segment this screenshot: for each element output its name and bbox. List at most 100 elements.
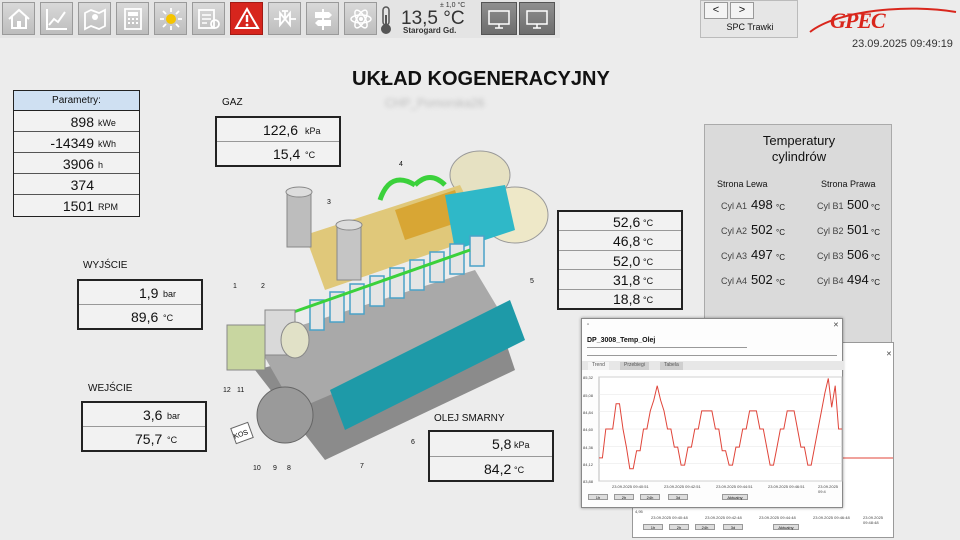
cyl-name: Cyl A1 xyxy=(721,201,748,211)
range-3d-button[interactable]: 3d xyxy=(668,494,688,500)
x-tick: 23.09.2025 09:40:51 xyxy=(612,484,649,489)
map-icon[interactable] xyxy=(78,2,111,35)
signpost-icon[interactable] xyxy=(306,2,339,35)
gas-label: GAZ xyxy=(222,97,243,108)
trend-close-icon[interactable]: ✕ xyxy=(833,321,839,329)
param-value: -14349 xyxy=(50,135,94,151)
engine-callout: 8 xyxy=(287,465,291,472)
coolant-temp-row: 52,6 °C xyxy=(559,212,681,231)
monitor-1-icon[interactable] xyxy=(481,2,517,35)
back-x-tick: 23.09.2025 09:44:48 xyxy=(759,515,796,520)
trend-window[interactable]: ▫ ✕ DP_3008_Temp_Olej Trend Przebiegi Ta… xyxy=(581,318,844,508)
output-pressure-value: 1,9 xyxy=(139,285,159,301)
monitor-2-icon[interactable] xyxy=(519,2,555,35)
back-x-tick: 23.09.2025 09:42:48 xyxy=(705,515,742,520)
x-tick: 23.09.2025 09:46:51 xyxy=(768,484,805,489)
page-subtitle: CHP_Pomorska26 xyxy=(385,96,485,110)
cyl-value: 502 xyxy=(751,272,773,287)
param-unit: kWh xyxy=(98,139,116,149)
back-range-24h-button[interactable]: 24h xyxy=(695,524,715,530)
calculator-icon[interactable] xyxy=(116,2,149,35)
coolant-temp-unit: °C xyxy=(643,276,654,286)
tab-trend[interactable]: Trend xyxy=(588,362,609,370)
tab-tabela[interactable]: Tabela xyxy=(660,362,683,370)
cyl-unit: °C xyxy=(871,228,880,237)
cylinder-temps-panel: Temperatury cylindrów Strona Lewa Strona … xyxy=(704,124,892,344)
cyl-value: 502 xyxy=(751,222,773,237)
input-label: WEJŚCIE xyxy=(88,383,133,394)
sun-icon[interactable] xyxy=(154,2,187,35)
coolant-temps-box: 52,6 °C 46,8 °C 52,0 °C 31,8 °C 18,8 °C xyxy=(557,210,683,310)
valve-icon[interactable] xyxy=(268,2,301,35)
param-unit: kWe xyxy=(98,118,116,128)
engine-callout: 7 xyxy=(360,463,364,470)
parameters-table: Parametry: 898 kWe -14349 kWh 3906 h 374 15… xyxy=(13,90,140,217)
parameters-header: Parametry: xyxy=(14,91,139,111)
input-temp-value: 75,7 xyxy=(135,431,163,447)
back-window-close-icon[interactable]: ✕ xyxy=(886,350,892,358)
cyl-value: 494 xyxy=(847,272,869,287)
input-pressure-value: 3,6 xyxy=(143,407,163,423)
engine-callout: 4 xyxy=(399,161,403,168)
coolant-temp-value: 18,8 xyxy=(613,291,641,307)
x-tick: 23.09.2025 09:44:51 xyxy=(716,484,753,489)
engine-callout: 11 xyxy=(237,387,244,394)
company-logo: GPEC xyxy=(830,8,886,33)
back-range-3d-button[interactable]: 3d xyxy=(723,524,743,530)
trend-tabs: Trend Przebiegi Tabela xyxy=(582,361,844,370)
output-box: 1,9 bar 89,6 °C xyxy=(77,279,203,330)
param-unit: RPM xyxy=(98,202,118,212)
param-row: 1501 RPM xyxy=(14,195,139,216)
coolant-temp-value: 52,6 xyxy=(613,214,641,230)
gas-pressure-unit: kPa xyxy=(305,126,321,136)
coolant-temp-unit: °C xyxy=(643,295,654,305)
alarm-icon[interactable] xyxy=(230,2,263,35)
prev-station-button[interactable]: < xyxy=(704,2,728,19)
report-icon[interactable] xyxy=(192,2,225,35)
back-x-tick: 23.09.2025 09:40:48 xyxy=(651,515,688,520)
param-row: 374 xyxy=(14,174,139,195)
engine-callout: 2 xyxy=(261,283,265,290)
output-pressure-unit: bar xyxy=(163,289,177,299)
back-current-button[interactable]: Aktualny xyxy=(773,524,799,530)
cyl-name: Cyl A2 xyxy=(721,226,748,236)
output-label: WYJŚCIE xyxy=(83,260,128,271)
coolant-temp-row: 52,0 °C xyxy=(559,251,681,270)
y-tick: 84,36 xyxy=(583,445,594,450)
home-icon[interactable] xyxy=(2,2,35,35)
range-1h-button[interactable]: 1h xyxy=(588,494,608,500)
y-tick: 84,84 xyxy=(583,410,594,415)
current-button[interactable]: Aktualny xyxy=(722,494,748,500)
range-24h-button[interactable]: 24h xyxy=(640,494,660,500)
coolant-temp-unit: °C xyxy=(643,237,654,247)
cyl-value: 497 xyxy=(751,247,773,262)
trend-tag-name: DP_3008_Temp_Olej xyxy=(587,337,656,344)
engine-callout: 9 xyxy=(273,465,277,472)
input-temp-row: 75,7 °C xyxy=(83,427,205,450)
chart-icon[interactable] xyxy=(40,2,73,35)
cyl-unit: °C xyxy=(776,203,785,212)
input-pressure-unit: bar xyxy=(167,411,181,421)
coolant-temp-value: 52,0 xyxy=(613,253,641,269)
engine-callout: 6 xyxy=(411,439,415,446)
cyl-unit: °C xyxy=(776,228,785,237)
window-app-icon: ▫ xyxy=(587,322,590,328)
weather-widget: 13,5 °C ± 1,0 °C Starogard Gd. xyxy=(373,2,473,35)
cyl-unit: °C xyxy=(871,253,880,262)
engine-illustration: KOS 1 2 3 4 5 6 7 8 9 10 11 12 xyxy=(223,150,549,472)
back-range-2h-button[interactable]: 2h xyxy=(669,524,689,530)
back-trend-plot xyxy=(843,457,893,459)
gas-pressure-value: 122,6 xyxy=(263,122,299,138)
next-station-button[interactable]: > xyxy=(730,2,754,19)
coolant-temp-unit: °C xyxy=(643,218,654,228)
thermometer-icon xyxy=(381,6,391,34)
range-2h-button[interactable]: 2h xyxy=(614,494,634,500)
engine-callout: 1 xyxy=(233,283,237,290)
coolant-temp-row: 18,8 °C xyxy=(559,290,681,308)
tab-przebiegi[interactable]: Przebiegi xyxy=(620,362,649,370)
weather-city: Starogard Gd. xyxy=(403,26,457,35)
back-range-1h-button[interactable]: 1h xyxy=(643,524,663,530)
param-unit: h xyxy=(98,160,104,170)
param-value: 3906 xyxy=(62,156,94,172)
input-temp-unit: °C xyxy=(167,435,178,445)
